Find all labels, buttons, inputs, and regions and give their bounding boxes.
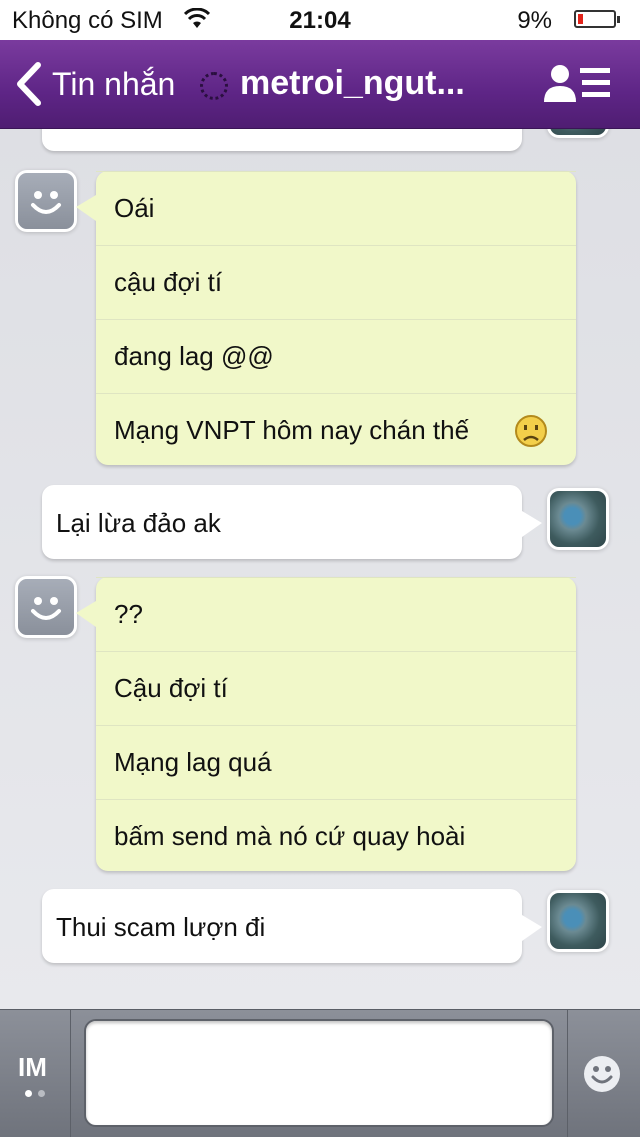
chat-area[interactable]: Oái cậu đợi tí đang lag @@ Mạng VNPT hôm… <box>0 129 640 1009</box>
message-bubble-partial <box>42 129 522 151</box>
im-label: IM <box>18 1052 47 1082</box>
message-bubble-outgoing: Thui scam lượn đi <box>42 889 542 963</box>
back-label: Tin nhắn <box>52 65 176 102</box>
smiley-icon <box>584 1056 620 1092</box>
nav-bar: Tin nhắn metroi_ngut... <box>0 40 640 129</box>
message-bubble-incoming: Oái cậu đợi tí đang lag @@ Mạng VNPT hôm… <box>76 171 576 467</box>
message-text: Cậu đợi tí <box>96 651 576 725</box>
message-line-with-emoji: Mạng VNPT hôm nay chán thế <box>96 393 576 467</box>
im-toggle-button[interactable]: IM <box>0 1010 71 1137</box>
message-text: Oái <box>96 171 576 245</box>
message-text: Lại lừa đảo ak <box>56 508 221 538</box>
smiley-avatar-icon <box>31 597 61 620</box>
page-dot <box>38 1090 45 1097</box>
message-text: Thui scam lượn đi <box>56 912 266 942</box>
message-text: cậu đợi tí <box>96 245 576 319</box>
back-button[interactable]: Tin nhắn <box>14 60 175 108</box>
contact-avatar[interactable] <box>18 173 74 229</box>
emoji-button[interactable] <box>567 1010 640 1137</box>
battery-percent: 9% <box>517 7 552 34</box>
input-bar: IM <box>0 1009 640 1137</box>
status-bar: Không có SIM 21:04 9% <box>0 0 640 40</box>
my-avatar <box>550 129 606 135</box>
spinner-icon <box>200 72 228 100</box>
page-dot-active <box>25 1090 32 1097</box>
message-text: bấm send mà nó cứ quay hoài <box>96 799 576 873</box>
message-text: ?? <box>96 577 576 651</box>
message-text: Mạng VNPT hôm nay chán thế <box>114 415 470 445</box>
sad-face-icon <box>515 415 547 447</box>
message-bubble-incoming: ?? Cậu đợi tí Mạng lag quá bấm send mà n… <box>76 577 576 873</box>
contact-list-icon[interactable] <box>542 62 612 106</box>
my-avatar[interactable] <box>550 893 606 949</box>
my-avatar[interactable] <box>550 491 606 547</box>
smiley-avatar-icon <box>31 191 61 214</box>
chevron-left-icon <box>17 62 41 106</box>
message-text: Mạng lag quá <box>96 725 576 799</box>
conversation-title: metroi_ngut... <box>240 64 465 102</box>
battery-icon <box>574 10 620 28</box>
message-text: đang lag @@ <box>96 319 576 393</box>
message-bubble-outgoing: Lại lừa đảo ak <box>42 485 542 559</box>
contact-avatar[interactable] <box>18 579 74 635</box>
message-input[interactable] <box>84 1019 554 1127</box>
